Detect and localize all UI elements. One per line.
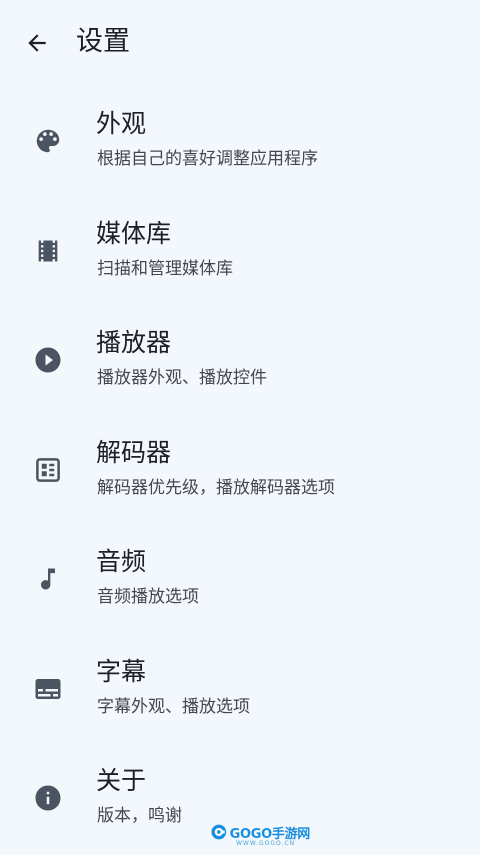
settings-item-title: 关于	[96, 766, 147, 795]
settings-item-subtitle: 根据自己的喜好调整应用程序	[97, 149, 318, 169]
settings-item-subtitle: 解码器优先级，播放解码器选项	[97, 477, 335, 498]
settings-item-appearance[interactable]: 外观 根据自己的喜好调整应用程序	[0, 88, 480, 198]
settings-item-title: 播放器	[96, 328, 172, 357]
palette-icon	[30, 123, 66, 159]
info-icon	[30, 780, 66, 816]
arrow-back-icon	[28, 34, 46, 52]
settings-item-subtitles[interactable]: 字幕 字幕外观、播放选项	[0, 636, 480, 746]
settings-item-subtitle: 音频播放选项	[97, 587, 199, 607]
settings-item-subtitle: 播放器外观、播放控件	[97, 368, 267, 388]
back-button[interactable]	[20, 26, 54, 60]
watermark-logo-icon	[211, 824, 227, 840]
settings-list: 外观 根据自己的喜好调整应用程序 媒体库 扫描和管理媒体库 播放器 播放器外观、…	[0, 88, 480, 855]
film-strip-icon	[30, 233, 66, 269]
settings-item-title: 字幕	[96, 656, 147, 686]
subtitles-icon	[30, 671, 66, 707]
watermark-text: GOGO手游网	[229, 826, 311, 842]
settings-item-subtitle: 扫描和管理媒体库	[97, 258, 233, 279]
settings-item-title: 媒体库	[96, 218, 172, 248]
watermark-subtext: WWW.GOGO.CN	[236, 840, 296, 847]
settings-item-media-library[interactable]: 媒体库 扫描和管理媒体库	[0, 198, 480, 308]
settings-item-title: 解码器	[96, 437, 172, 467]
music-note-icon	[30, 561, 66, 597]
page-title: 设置	[76, 26, 130, 57]
decoder-chip-icon	[30, 452, 66, 488]
settings-item-subtitle: 版本，鸣谢	[97, 806, 182, 826]
top-app-bar: 设置	[0, 0, 480, 84]
settings-item-decoder[interactable]: 解码器 解码器优先级，播放解码器选项	[0, 417, 480, 527]
settings-item-audio[interactable]: 音频 音频播放选项	[0, 526, 480, 636]
settings-item-player[interactable]: 播放器 播放器外观、播放控件	[0, 307, 480, 417]
settings-item-title: 音频	[96, 547, 147, 576]
settings-item-title: 外观	[96, 109, 147, 138]
settings-item-subtitle: 字幕外观、播放选项	[97, 696, 250, 717]
play-circle-icon	[30, 342, 66, 378]
